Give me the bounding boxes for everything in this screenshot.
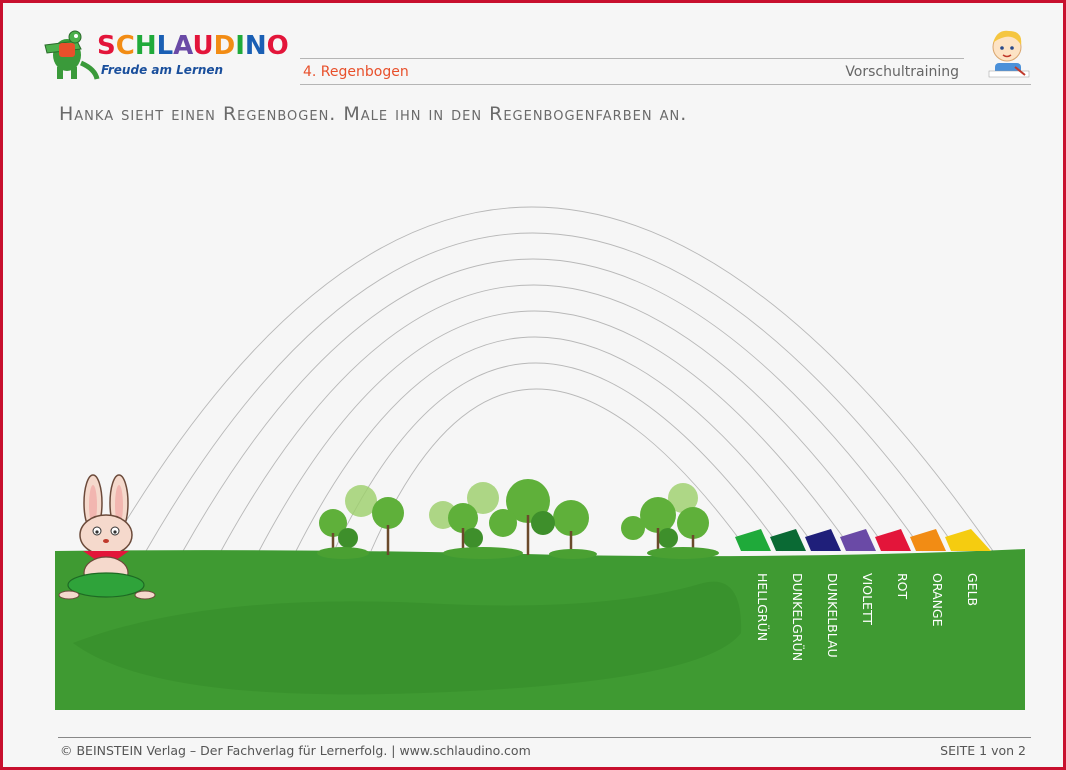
- worksheet-page: SCHLAUDINO Freude am Lernen 4. Regenboge…: [0, 0, 1066, 770]
- footer-rule: [58, 737, 1031, 738]
- footer-copyright: © BEINSTEIN Verlag – Der Fachverlag für …: [60, 743, 531, 758]
- swatch-orange: [910, 529, 946, 551]
- swatch-dunkelblau: [805, 529, 841, 551]
- rainbow-scene: HELLGRÜN DUNKELGRÜN DUNKELBLAU VIOLETT R…: [55, 206, 1025, 710]
- swatch-gelb: [945, 529, 991, 551]
- bunny-hanka-icon: [58, 474, 156, 600]
- color-label-hellgruen: HELLGRÜN: [755, 573, 771, 641]
- swatch-hellgruen: [735, 529, 771, 551]
- color-label-gelb: GELB: [965, 573, 980, 606]
- color-label-orange: ORANGE: [930, 573, 945, 627]
- swatch-violett: [840, 529, 876, 551]
- color-label-rot: ROT: [895, 573, 910, 600]
- swatch-rot: [875, 529, 911, 551]
- color-label-violett: VIOLETT: [860, 573, 875, 625]
- swatch-dunkelgruen: [770, 529, 806, 551]
- color-label-dunkelgruen: DUNKELGRÜN: [790, 573, 806, 661]
- tree-group: [317, 479, 719, 559]
- color-swatches: [735, 529, 991, 551]
- rainbow-outline: [107, 206, 994, 552]
- color-label-dunkelblau: DUNKELBLAU: [825, 573, 840, 658]
- page-number: SEITE 1 von 2: [940, 743, 1026, 758]
